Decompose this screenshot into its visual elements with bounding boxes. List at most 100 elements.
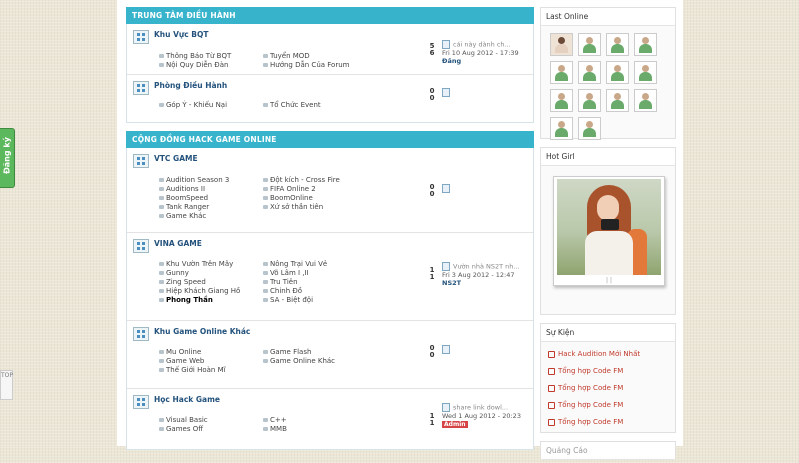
event-link[interactable]: Tổng hợp Code FM: [548, 382, 675, 399]
forum-row-phong-dieu-hanh: Phòng Điều Hành Góp Ý - Khiếu Nại Tổ Chứ…: [127, 75, 533, 122]
last-post: [442, 88, 534, 97]
avatar[interactable]: [606, 61, 629, 84]
subforum-link[interactable]: Tuyển MOD: [263, 52, 373, 60]
posts-count: 6: [429, 49, 435, 57]
subforum-link[interactable]: Auditions II: [159, 185, 263, 193]
subforum-link[interactable]: Game Online Khác: [263, 357, 373, 365]
back-to-top-button[interactable]: TOP: [0, 370, 13, 400]
posts-count: 0: [429, 94, 435, 102]
subforum-link[interactable]: Thế Giới Hoàn Mĩ: [159, 366, 263, 374]
subforum-link[interactable]: Nông Trại Vui Vẻ: [263, 260, 373, 268]
forum-icon: [133, 395, 149, 409]
avatar[interactable]: [578, 61, 601, 84]
subforum-link[interactable]: Hiệp Khách Giang Hồ: [159, 287, 263, 295]
subforum-link[interactable]: Đột kích - Cross Fire: [263, 176, 373, 184]
forum-title[interactable]: Học Hack Game: [154, 395, 220, 404]
last-post-time: Fri 3 Aug 2012 - 12:47: [442, 271, 515, 279]
subforum-link[interactable]: Visual Basic: [159, 416, 263, 424]
forum-stats: 5 6: [428, 43, 436, 57]
forum-stats: 0 0: [428, 345, 436, 359]
subforum-list: Audition Season 3 Đột kích - Cross Fire …: [159, 176, 373, 220]
subforum-link[interactable]: Nội Quy Diễn Đàn: [159, 61, 263, 69]
avatar[interactable]: [634, 89, 657, 112]
subforum-link[interactable]: Chinh Đồ: [263, 287, 373, 295]
subforum-link[interactable]: Tổ Chức Event: [263, 101, 373, 109]
category-title: TRUNG TÂM ĐIỀU HÀNH: [126, 7, 534, 24]
forum-title[interactable]: Khu Game Online Khác: [154, 327, 250, 336]
avatar[interactable]: [634, 33, 657, 56]
avatar[interactable]: [550, 33, 573, 56]
last-post: [442, 184, 534, 193]
forum-title[interactable]: Khu Vực BQT: [154, 30, 209, 39]
subforum-link[interactable]: Thông Báo Từ BQT: [159, 52, 263, 60]
avatar[interactable]: [550, 117, 573, 140]
post-icon[interactable]: [442, 262, 450, 271]
avatar[interactable]: [578, 89, 601, 112]
last-post-user[interactable]: Admin: [442, 421, 468, 428]
register-side-tab[interactable]: Đăng ký: [0, 128, 15, 188]
back-to-top-label: TOP: [1, 372, 14, 379]
subforum-link[interactable]: Mu Online: [159, 348, 263, 356]
last-post: cái này dành ch... Fri 10 Aug 2012 - 17:…: [442, 40, 534, 65]
last-post-title[interactable]: cái này dành ch...: [453, 41, 511, 49]
subforum-link[interactable]: Tru Tiên: [263, 278, 373, 286]
subforum-link[interactable]: Tank Ranger: [159, 203, 263, 211]
posts-count: 0: [429, 351, 435, 359]
forum-title[interactable]: VINA GAME: [154, 239, 202, 248]
forum-title[interactable]: VTC GAME: [154, 154, 198, 163]
avatar[interactable]: [606, 33, 629, 56]
post-icon[interactable]: [442, 184, 450, 193]
subforum-link[interactable]: Game Flash: [263, 348, 373, 356]
posts-count: 0: [429, 190, 435, 198]
subforum-link[interactable]: C++: [263, 416, 373, 424]
last-post-user[interactable]: NS2T: [442, 279, 534, 287]
event-link[interactable]: Hack Audition Mới Nhất: [548, 348, 675, 365]
subforum-link[interactable]: Hướng Dẫn Của Forum: [263, 61, 373, 69]
event-link[interactable]: Tổng hợp Code FM: [548, 399, 675, 416]
subforum-link[interactable]: Game Web: [159, 357, 263, 365]
subforum-link[interactable]: Khu Vườn Trên Mây: [159, 260, 263, 268]
subforum-link[interactable]: Võ Lâm I ,II: [263, 269, 373, 277]
avatar[interactable]: [606, 89, 629, 112]
subforum-link[interactable]: Xứ sở thần tiên: [263, 203, 373, 211]
post-icon[interactable]: [442, 40, 450, 49]
last-post-user[interactable]: Đăng: [442, 57, 534, 65]
last-post-time: Fri 10 Aug 2012 - 17:39: [442, 49, 519, 57]
post-icon[interactable]: [442, 403, 450, 412]
event-link[interactable]: Tổng hợp Code FM: [548, 416, 675, 433]
hot-girl-photo[interactable]: | |: [553, 176, 665, 286]
forum-icon: [133, 327, 149, 341]
avatar[interactable]: [578, 117, 601, 140]
forum-title[interactable]: Phòng Điều Hành: [154, 81, 227, 90]
subforum-list: Mu Online Game Flash Game Web Game Onlin…: [159, 348, 373, 374]
subforum-link[interactable]: Zing Speed: [159, 278, 263, 286]
last-post-title[interactable]: share link dowl...: [453, 404, 508, 412]
subforum-link[interactable]: MMB: [263, 425, 373, 433]
last-online-box: Last Online: [540, 7, 676, 140]
subforum-link[interactable]: Game Khác: [159, 212, 263, 220]
subforum-link[interactable]: BoomOnline: [263, 194, 373, 202]
post-icon[interactable]: [442, 345, 450, 354]
avatar[interactable]: [550, 61, 573, 84]
forum-index: TRUNG TÂM ĐIỀU HÀNH Khu Vực BQT Thông Bá…: [126, 7, 534, 458]
subforum-link[interactable]: Phong Thần: [159, 296, 263, 304]
event-link[interactable]: Tổng hợp Code FM: [548, 365, 675, 382]
event-list: Hack Audition Mới Nhất Tổng hợp Code FM …: [541, 342, 675, 432]
subforum-link[interactable]: Games Off: [159, 425, 263, 433]
forum-icon: [133, 81, 149, 95]
subforum-link[interactable]: Góp Ý - Khiếu Nại: [159, 101, 263, 109]
subforum-link[interactable]: Audition Season 3: [159, 176, 263, 184]
subforum-link[interactable]: FIFA Online 2: [263, 185, 373, 193]
subforum-link[interactable]: SA - Biệt đội: [263, 296, 373, 304]
subforum-link[interactable]: Gunny: [159, 269, 263, 277]
subforum-link[interactable]: BoomSpeed: [159, 194, 263, 202]
posts-count: 1: [429, 419, 435, 427]
box-title: Sự Kiện: [541, 324, 675, 342]
post-icon[interactable]: [442, 88, 450, 97]
last-post: share link dowl... Wed 1 Aug 2012 - 20:2…: [442, 403, 534, 429]
avatar[interactable]: [550, 89, 573, 112]
avatar[interactable]: [578, 33, 601, 56]
avatar[interactable]: [634, 61, 657, 84]
last-post-title[interactable]: Vườn nhà NS2T nh...: [453, 263, 520, 271]
forum-row-vtc-game: VTC GAME Audition Season 3 Đột kích - Cr…: [127, 148, 533, 233]
